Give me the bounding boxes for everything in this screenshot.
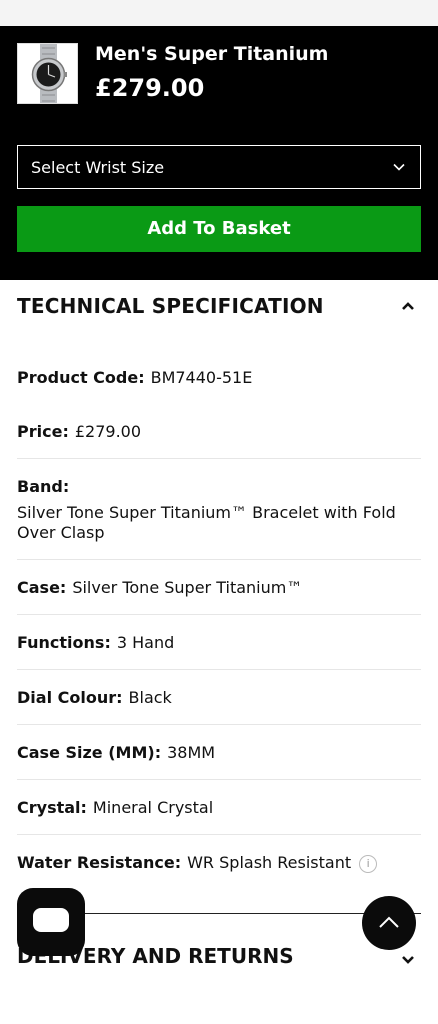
spec-value: Mineral Crystal: [92, 798, 214, 817]
product-name: Men's Super Titanium: [95, 43, 329, 65]
spec-value: Black: [128, 688, 172, 707]
chevron-down-icon: [402, 956, 414, 964]
add-to-basket-button[interactable]: Add To Basket: [17, 206, 421, 252]
spec-row: Water Resistance: WR Splash Resistant i: [17, 835, 421, 889]
wrist-size-select[interactable]: Select Wrist Size: [17, 145, 421, 189]
spec-value: Silver Tone Super Titanium™: [72, 578, 303, 597]
spec-row: Case Size (MM): 38MM: [17, 725, 421, 780]
spec-list: Product Code: BM7440-51E Price: £279.00 Ba…: [17, 350, 421, 889]
spec-key: Price:: [17, 422, 69, 441]
spec-row: Case: Silver Tone Super Titanium™: [17, 560, 421, 615]
spec-key: Case:: [17, 578, 67, 597]
info-icon[interactable]: i: [359, 854, 378, 873]
spec-key: Dial Colour:: [17, 688, 123, 707]
wrist-size-select-label: Select Wrist Size: [31, 158, 165, 177]
spec-key: Case Size (MM):: [17, 743, 162, 762]
spec-row: Crystal: Mineral Crystal: [17, 780, 421, 835]
spec-value: WR Splash Resistant: [187, 853, 352, 872]
spec-value: Silver Tone Super Titanium™ Bracelet wit…: [17, 503, 396, 542]
chevron-down-icon: [393, 163, 405, 171]
spec-key: Functions:: [17, 633, 111, 652]
spec-key: Water Resistance:: [17, 853, 182, 872]
spec-value: 3 Hand: [116, 633, 175, 652]
spec-key: Crystal:: [17, 798, 87, 817]
page-footer-space: [0, 972, 438, 1024]
spec-row: Product Code: BM7440-51E: [17, 350, 421, 404]
product-price: £279.00: [95, 74, 205, 102]
product-thumbnail[interactable]: [17, 43, 78, 104]
arrow-up-icon: [379, 916, 399, 928]
spec-row: Functions: 3 Hand: [17, 615, 421, 670]
chat-icon: [33, 908, 69, 932]
tech-spec-accordion-header[interactable]: TECHNICAL SPECIFICATION: [0, 280, 438, 338]
spec-key: Product Code:: [17, 368, 145, 387]
spec-value: £279.00: [74, 422, 142, 441]
top-strip: [0, 0, 438, 26]
sticky-purchase-bar: Men's Super Titanium £279.00 Select Wris…: [0, 26, 438, 280]
back-to-top-button[interactable]: [362, 896, 416, 950]
spec-row: Price: £279.00: [17, 404, 421, 459]
spec-row: Dial Colour: Black: [17, 670, 421, 725]
chevron-up-icon: [402, 302, 414, 310]
chat-button[interactable]: [17, 888, 85, 956]
spec-value: BM7440-51E: [150, 368, 253, 387]
spec-key: Band:: [17, 477, 70, 496]
spec-row: Band: Silver Tone Super Titanium™ Bracele…: [17, 459, 421, 560]
spec-value: 38MM: [167, 743, 216, 762]
tech-spec-title: TECHNICAL SPECIFICATION: [17, 294, 324, 318]
